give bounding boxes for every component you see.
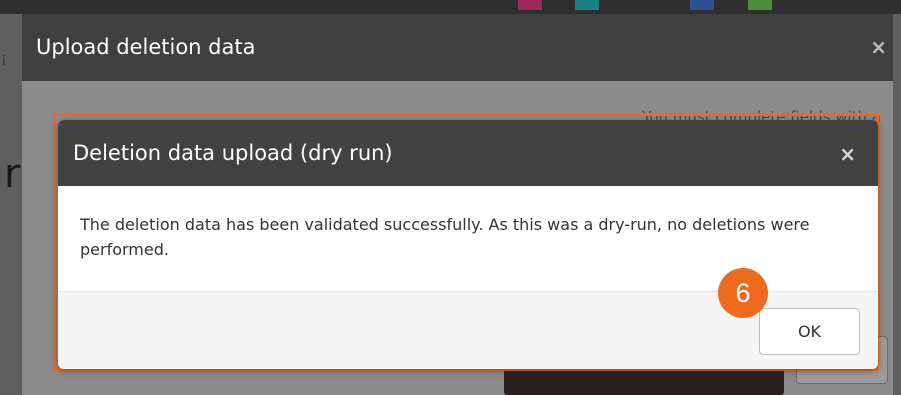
dialog-header: Deletion data upload (dry run) ×: [58, 120, 878, 186]
outer-modal-title: Upload deletion data: [36, 35, 256, 59]
color-swatch: [518, 0, 542, 10]
step-number-badge: 6: [718, 268, 768, 318]
close-icon[interactable]: ×: [870, 37, 887, 57]
color-swatch: [690, 0, 714, 10]
color-swatch: [575, 0, 599, 10]
close-icon[interactable]: ×: [839, 144, 856, 164]
page-top-bar: [0, 0, 901, 14]
outer-primary-button[interactable]: [504, 369, 784, 395]
outer-modal-header: Upload deletion data ×: [22, 14, 893, 81]
page-edge-glyph: r: [4, 151, 21, 197]
color-swatch: [748, 0, 772, 10]
page-edge-text: i: [2, 54, 6, 69]
page-left-edge: i r: [0, 14, 22, 395]
dialog-message: The deletion data has been validated suc…: [80, 215, 810, 259]
dry-run-result-dialog: Deletion data upload (dry run) × The del…: [58, 120, 878, 369]
ok-button[interactable]: OK: [759, 308, 860, 355]
dialog-title: Deletion data upload (dry run): [73, 141, 393, 165]
